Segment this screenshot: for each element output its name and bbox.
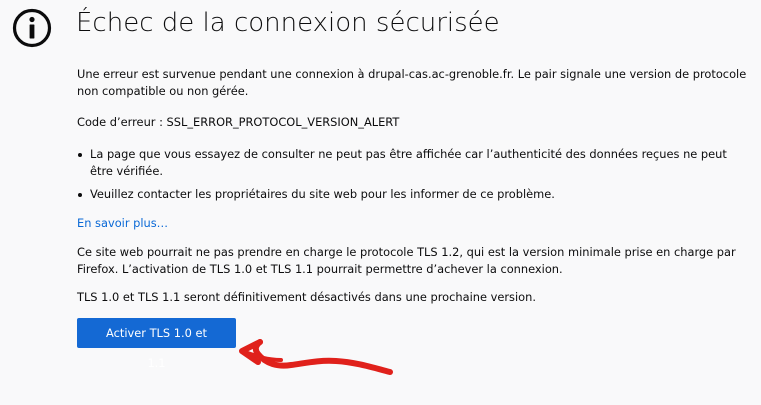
list-item: Veuillez contacter les propriétaires du …: [77, 186, 749, 203]
page-title: Échec de la connexion sécurisée: [76, 8, 500, 38]
tls-notice: Ce site web pourrait ne pas prendre en c…: [77, 245, 736, 276]
error-content: Une erreur est survenue pendant une conn…: [77, 66, 749, 372]
error-description: Une erreur est survenue pendant une conn…: [77, 67, 747, 98]
list-item-text: Veuillez contacter les propriétaires du …: [90, 187, 555, 201]
learn-more-link[interactable]: En savoir plus…: [77, 215, 168, 232]
deprecation-notice: TLS 1.0 et TLS 1.1 seront définitivement…: [77, 290, 536, 304]
error-code: Code d’erreur : SSL_ERROR_PROTOCOL_VERSI…: [77, 115, 400, 129]
bullet-dot: [78, 153, 82, 157]
error-page: Échec de la connexion sécurisée Une erre…: [0, 0, 761, 405]
list-item-text: La page que vous essayez de consulter ne…: [90, 147, 727, 178]
info-icon: [12, 8, 52, 48]
error-bullet-list: La page que vous essayez de consulter ne…: [77, 146, 749, 203]
bullet-dot: [78, 193, 82, 197]
list-item: La page que vous essayez de consulter ne…: [77, 146, 749, 180]
enable-tls-button[interactable]: Activer TLS 1.0 et 1.1: [77, 318, 236, 370]
